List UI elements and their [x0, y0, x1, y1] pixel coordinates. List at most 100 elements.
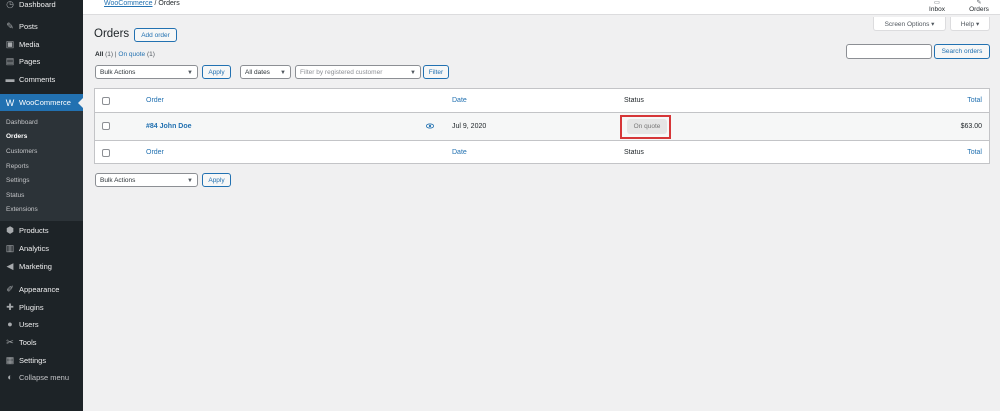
table-row[interactable]: #84 John Doe Jul 9, 2020 On quote $63.00 [95, 113, 989, 141]
help-button[interactable]: Help ▾ [950, 17, 990, 31]
orders-table: Order Date Status Total #84 John Doe Jul… [94, 88, 990, 164]
menu-products[interactable]: ⬢ Products [0, 222, 83, 238]
settings-icon: ▦ [5, 354, 15, 365]
bulk-actions-select-bottom[interactable]: Bulk Actions ▼ [95, 173, 198, 187]
menu-label: Media [19, 39, 40, 49]
collapse-menu-button[interactable]: ◐ Collapse menu [0, 369, 83, 385]
inbox-label: Inbox [929, 6, 945, 13]
apply-button-bottom[interactable]: Apply [202, 173, 231, 187]
bulk-actions-value: Bulk Actions [100, 68, 136, 76]
order-link[interactable]: #84 John Doe [146, 123, 192, 130]
menu-plugins[interactable]: ✚ Plugins [0, 299, 83, 315]
filter-all-link[interactable]: All [95, 51, 103, 58]
comments-icon: ▬ [5, 74, 15, 84]
plug-icon: ✚ [6, 301, 14, 312]
menu-analytics[interactable]: ▥ Analytics [0, 240, 83, 256]
column-total-footer[interactable]: Total [967, 149, 982, 156]
analytics-icon: ▥ [5, 242, 15, 253]
menu-settings[interactable]: ▦ Settings [0, 352, 83, 368]
column-date-footer[interactable]: Date [452, 149, 467, 156]
menu-users[interactable]: ● Users [0, 316, 83, 332]
inbox-button[interactable]: ▭ Inbox [922, 0, 952, 15]
filter-separator: | [114, 51, 117, 58]
menu-marketing[interactable]: ◀ Marketing [0, 258, 83, 274]
column-status-header: Status [624, 97, 644, 104]
products-icon: ⬢ [6, 224, 14, 235]
megaphone-icon: ◀ [6, 260, 14, 271]
menu-appearance[interactable]: ✐ Appearance [0, 281, 83, 297]
menu-comments[interactable]: ▬ Comments [0, 71, 83, 87]
submenu-status[interactable]: Status [6, 192, 24, 199]
apply-button-top[interactable]: Apply [202, 65, 231, 79]
orders-activity-button[interactable]: ✎ Orders [964, 0, 994, 15]
filter-quote-count: (1) [146, 51, 155, 58]
user-icon: ● [7, 319, 13, 329]
menu-pages[interactable]: ▤ Pages [0, 53, 83, 69]
customer-filter-placeholder: Filter by registered customer [300, 68, 383, 76]
breadcrumb-woocommerce-link[interactable]: WooCommerce [104, 0, 153, 7]
chevron-down-icon: ▼ [187, 178, 193, 184]
chevron-down-icon: ▼ [187, 70, 193, 76]
woo-icon: W [5, 97, 15, 108]
submenu-settings[interactable]: Settings [6, 177, 30, 184]
order-total: $63.00 [960, 123, 982, 130]
submenu-extensions[interactable]: Extensions [6, 206, 38, 213]
pin-icon: ✎ [6, 20, 14, 31]
column-status-footer: Status [624, 149, 644, 156]
chevron-down-icon: ▼ [280, 70, 286, 76]
bulk-actions-select-top[interactable]: Bulk Actions ▼ [95, 65, 198, 79]
menu-label: Users [19, 319, 39, 329]
menu-label: Pages [19, 56, 41, 66]
submenu-dashboard[interactable]: Dashboard [6, 119, 38, 126]
collapse-icon: ◐ [7, 372, 13, 382]
column-total-header[interactable]: Total [967, 97, 982, 104]
column-order-header[interactable]: Order [146, 97, 164, 104]
orders-label: Orders [969, 6, 989, 13]
eye-icon[interactable] [426, 123, 434, 129]
admin-sidebar: ◷ Dashboard ✎ Posts ▣ Media ▤ Pages ▬ Co… [0, 0, 83, 411]
select-all-checkbox-footer[interactable] [102, 149, 110, 157]
menu-media[interactable]: ▣ Media [0, 36, 83, 52]
filter-button[interactable]: Filter [423, 65, 449, 79]
menu-label: Collapse menu [19, 372, 70, 382]
chevron-down-icon: ▼ [410, 70, 416, 76]
submenu-orders[interactable]: Orders [6, 133, 27, 140]
search-orders-input[interactable] [846, 44, 932, 59]
media-icon: ▣ [5, 38, 15, 49]
customer-filter-select[interactable]: Filter by registered customer ▼ [295, 65, 421, 79]
breadcrumb-current: Orders [158, 0, 180, 7]
woocommerce-submenu: Dashboard Orders Customers Reports Setti… [0, 111, 83, 221]
dashboard-icon: ◷ [6, 0, 14, 9]
search-orders-button[interactable]: Search orders [934, 44, 990, 59]
column-date-header[interactable]: Date [452, 97, 467, 104]
filter-on-quote-link[interactable]: On quote [118, 51, 145, 58]
menu-label: WooCommerce [19, 98, 71, 107]
table-header-row: Order Date Status Total [95, 89, 989, 113]
screen-options-button[interactable]: Screen Options ▾ [873, 17, 946, 31]
menu-tools[interactable]: ✂ Tools [0, 334, 83, 350]
menu-label: Products [19, 225, 49, 235]
menu-label: Tools [19, 337, 37, 347]
menu-dashboard[interactable]: ◷ Dashboard [0, 0, 83, 12]
menu-woocommerce[interactable]: W WooCommerce [0, 94, 83, 111]
woocommerce-header: WooCommerce / Orders ▭ Inbox ✎ Orders [83, 0, 1000, 15]
menu-label: Settings [19, 355, 47, 365]
submenu-customers[interactable]: Customers [6, 148, 37, 155]
table-footer-row: Order Date Status Total [95, 141, 989, 164]
order-date: Jul 9, 2020 [452, 123, 487, 130]
row-checkbox[interactable] [102, 122, 110, 130]
menu-label: Posts [19, 21, 38, 31]
menu-posts[interactable]: ✎ Posts [0, 18, 83, 34]
dates-select[interactable]: All dates ▼ [240, 65, 291, 79]
dates-value: All dates [245, 68, 270, 76]
select-all-checkbox[interactable] [102, 97, 110, 105]
add-order-button[interactable]: Add order [134, 28, 177, 42]
bulk-actions-value: Bulk Actions [100, 176, 136, 184]
menu-label: Comments [19, 74, 56, 84]
brush-icon: ✐ [6, 283, 14, 294]
pages-icon: ▤ [5, 55, 15, 66]
submenu-reports[interactable]: Reports [6, 163, 29, 170]
filter-all-count: (1) [105, 51, 114, 58]
current-menu-arrow [78, 98, 83, 108]
column-order-footer[interactable]: Order [146, 149, 164, 156]
